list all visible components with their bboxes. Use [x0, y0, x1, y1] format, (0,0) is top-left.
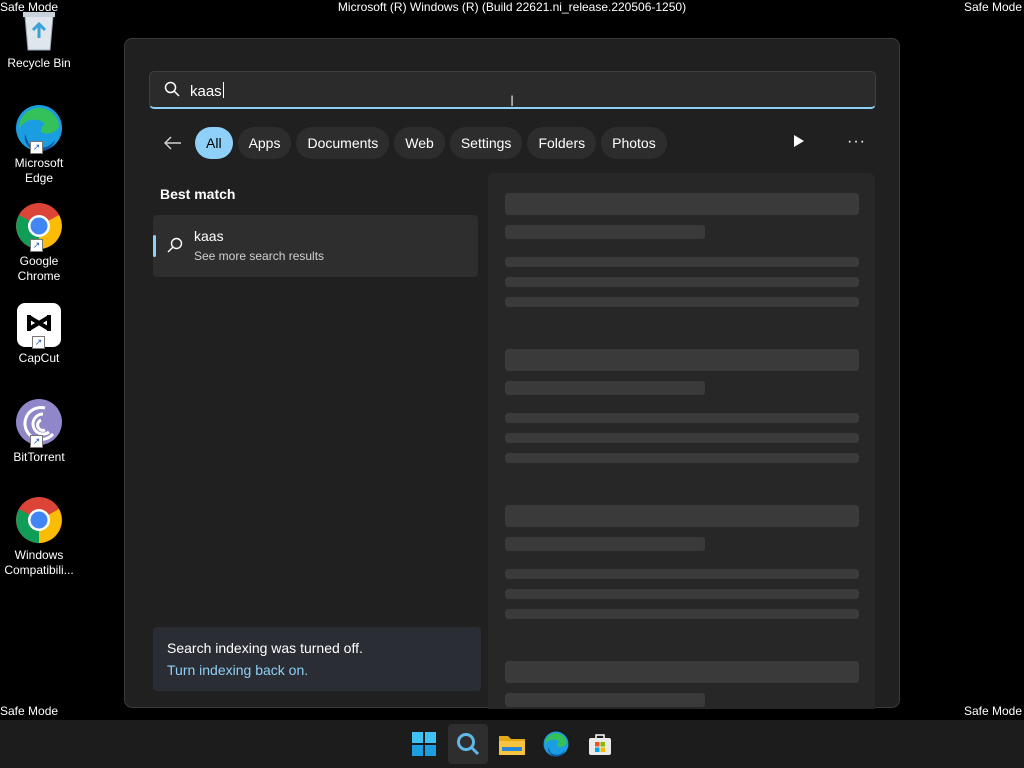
- skeleton-bar: [505, 661, 859, 683]
- turn-indexing-on-link[interactable]: Turn indexing back on.: [167, 662, 308, 678]
- desktop-icon-label: Windows Compatibili...: [4, 548, 74, 577]
- skeleton-bar: [505, 693, 705, 707]
- search-panel: kaas I All Apps Documents Web Settings F…: [124, 38, 900, 709]
- search-icon: [457, 733, 480, 756]
- skeleton-bar: [505, 277, 859, 287]
- microsoft-store-icon: [589, 734, 611, 755]
- bittorrent-icon: ↗: [15, 398, 63, 448]
- text-caret: [222, 82, 224, 98]
- search-icon: [167, 237, 183, 258]
- shortcut-arrow-icon: ↗: [32, 336, 45, 349]
- skeleton-bar: [505, 349, 859, 371]
- filter-settings[interactable]: Settings: [449, 127, 523, 159]
- best-match-heading: Best match: [160, 186, 236, 202]
- skeleton-bar: [505, 193, 859, 215]
- desktop-icon-recycle-bin[interactable]: Recycle Bin: [0, 8, 78, 71]
- desktop-icon-chrome[interactable]: ↗ Google Chrome: [0, 202, 78, 284]
- skeleton-bar: [505, 225, 705, 239]
- search-query[interactable]: kaas: [190, 83, 222, 100]
- skeleton-bar: [505, 537, 705, 551]
- capcut-icon: ↗: [17, 303, 61, 349]
- more-filters-button[interactable]: [793, 134, 805, 153]
- desktop-icon-windows-compatibility[interactable]: Windows Compatibili...: [0, 496, 78, 578]
- result-subtitle: See more search results: [194, 249, 325, 263]
- mouse-cursor-icon: I: [510, 94, 515, 110]
- chrome-icon: [15, 496, 63, 544]
- shortcut-arrow-icon: ↗: [30, 435, 43, 448]
- skeleton-bar: [505, 453, 859, 463]
- file-explorer-button[interactable]: [492, 724, 532, 764]
- desktop-icon-label: Recycle Bin: [7, 56, 71, 70]
- shortcut-arrow-icon: ↗: [30, 141, 43, 154]
- preview-pane-loading: [488, 173, 875, 709]
- build-info: Microsoft (R) Windows (R) (Build 22621.n…: [337, 0, 687, 14]
- desktop-icon-capcut[interactable]: ↗ CapCut: [0, 303, 78, 366]
- best-match-result[interactable]: kaas See more search results: [153, 215, 478, 277]
- microsoft-store-button[interactable]: [580, 724, 620, 764]
- taskbar-search-button[interactable]: [448, 724, 488, 764]
- start-icon: [412, 732, 436, 756]
- search-input[interactable]: kaas I: [149, 71, 876, 110]
- more-options-button[interactable]: ···: [847, 133, 866, 151]
- desktop-icon-label: Google Chrome: [17, 254, 61, 283]
- filter-all[interactable]: All: [195, 127, 233, 159]
- play-icon: [794, 135, 804, 147]
- filter-documents[interactable]: Documents: [296, 127, 390, 159]
- skeleton-bar: [505, 381, 705, 395]
- skeleton-bar: [505, 505, 859, 527]
- skeleton-bar: [505, 433, 859, 443]
- desktop-icon-bittorrent[interactable]: ↗ BitTorrent: [0, 398, 78, 465]
- result-title: kaas: [194, 228, 224, 244]
- edge-icon: ↗: [15, 104, 63, 154]
- desktop-icon-edge[interactable]: ↗ Microsoft Edge: [0, 104, 78, 186]
- search-icon: [164, 81, 180, 102]
- skeleton-bar: [505, 589, 859, 599]
- chrome-icon: ↗: [15, 202, 63, 252]
- filter-apps[interactable]: Apps: [237, 127, 292, 159]
- start-button[interactable]: [404, 724, 444, 764]
- filter-folders[interactable]: Folders: [527, 127, 597, 159]
- skeleton-bar: [505, 569, 859, 579]
- skeleton-bar: [505, 257, 859, 267]
- skeleton-bar: [505, 413, 859, 423]
- taskbar: [0, 720, 1024, 768]
- safe-mode-label: Safe Mode: [0, 704, 59, 718]
- desktop-icon-label: Microsoft Edge: [14, 156, 64, 185]
- filter-photos[interactable]: Photos: [601, 127, 667, 159]
- desktop-icon-label: CapCut: [18, 351, 60, 365]
- safe-mode-label: Safe Mode: [963, 704, 1022, 718]
- desktop-icon-label: BitTorrent: [13, 450, 65, 464]
- indexing-notice: Search indexing was turned off. Turn ind…: [153, 627, 481, 691]
- filter-bar: All Apps Documents Web Settings Folders …: [161, 127, 667, 159]
- filter-web[interactable]: Web: [394, 127, 445, 159]
- recycle-bin-icon: [19, 8, 59, 52]
- shortcut-arrow-icon: ↗: [30, 239, 43, 252]
- file-explorer-icon: [499, 736, 525, 755]
- edge-taskbar-button[interactable]: [536, 724, 576, 764]
- back-button[interactable]: [161, 127, 185, 159]
- indexing-notice-text: Search indexing was turned off.: [167, 640, 363, 656]
- edge-icon: [543, 731, 569, 757]
- skeleton-bar: [505, 609, 859, 619]
- back-arrow-icon: [164, 136, 181, 150]
- skeleton-bar: [505, 297, 859, 307]
- selection-indicator: [153, 235, 156, 257]
